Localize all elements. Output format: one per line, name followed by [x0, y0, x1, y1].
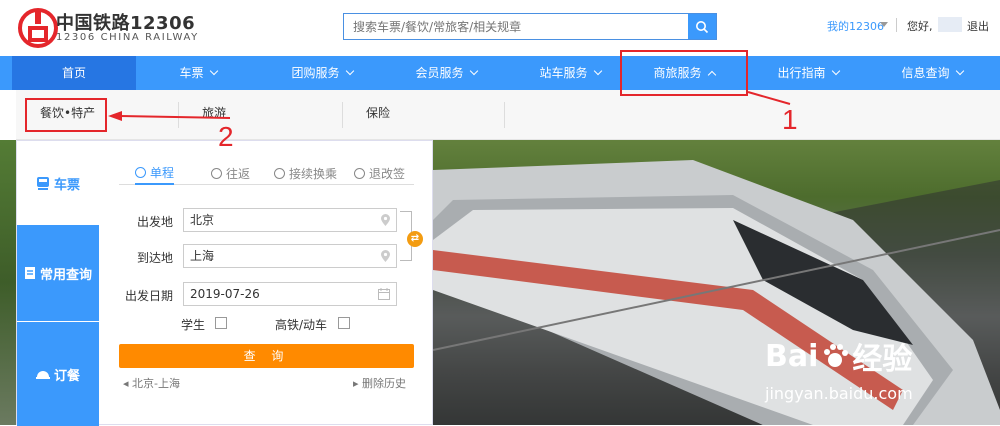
annotation-arrows [108, 91, 791, 121]
annotation-number-1: 1 [782, 104, 798, 135]
annotation-number-2: 2 [218, 121, 234, 152]
